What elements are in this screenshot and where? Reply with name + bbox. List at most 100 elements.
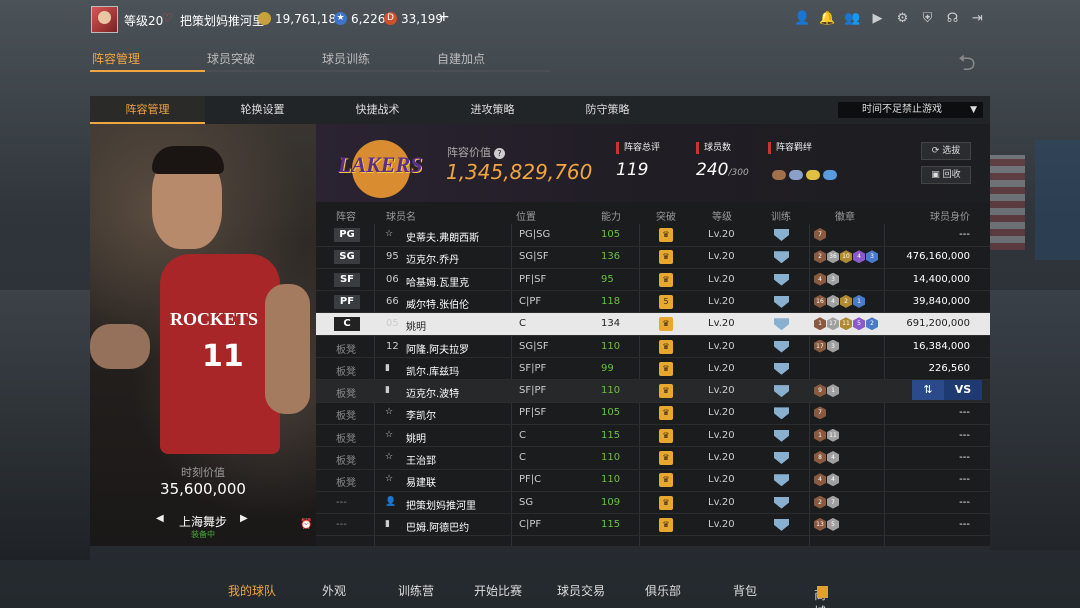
token-value: 33,199 bbox=[401, 11, 443, 26]
player-position: SG bbox=[519, 496, 534, 508]
jersey-text: ROCKETS bbox=[170, 309, 259, 329]
lineup-role: SF bbox=[334, 272, 360, 287]
tab-lineup[interactable]: 阵容管理 bbox=[90, 50, 205, 72]
badge-list: 91 bbox=[814, 384, 839, 398]
lineup-role: PF bbox=[334, 294, 360, 309]
dropdown-value: 时间不足禁止游戏 bbox=[862, 104, 942, 115]
total-rating-value: 119 bbox=[616, 160, 649, 180]
shop-badge-icon bbox=[817, 586, 828, 598]
nav-my-team[interactable]: 我的球队 bbox=[228, 582, 276, 599]
training-icon bbox=[774, 407, 789, 420]
breakthrough-icon: ♛ bbox=[659, 428, 673, 443]
bond-icons[interactable] bbox=[772, 170, 837, 180]
table-row[interactable]: SG 95 迈克尔.乔丹 SG|SF 136 ♛ Lv.20 2 36 10 4 3 476,160,0… bbox=[316, 246, 990, 269]
prev-arrow-icon[interactable]: ◀ bbox=[156, 513, 164, 524]
table-row[interactable]: --- 👤 把策划妈推河里 SG 109 ♛ Lv.20 2 7 --- bbox=[316, 492, 990, 515]
subtab-lineup[interactable]: 阵容管理 bbox=[90, 96, 205, 124]
nav-player-trade[interactable]: 球员交易 bbox=[557, 582, 605, 599]
nav-start-game[interactable]: 开始比赛 bbox=[474, 582, 522, 599]
settings-icon[interactable]: ⚙ bbox=[894, 10, 911, 27]
badge-list: 1 11 bbox=[814, 428, 839, 442]
subtab-quick-tactics[interactable]: 快捷战术 bbox=[320, 96, 435, 124]
player-name: 王治郅 bbox=[406, 456, 436, 467]
nav-backpack[interactable]: 背包 bbox=[733, 582, 757, 599]
tab-training[interactable]: 球员训练 bbox=[320, 50, 435, 72]
background-flag bbox=[985, 155, 1025, 250]
table-row[interactable]: ⏰ --- ▮ 巴姆.阿德巴约 C|PF 115 ♛ Lv.20 13 5 --- bbox=[300, 514, 990, 537]
badge-list: 43 bbox=[814, 272, 839, 286]
badge-icon: 8 bbox=[814, 451, 826, 464]
table-row[interactable]: C 05 姚明 C 134 ♛ Lv.20 1 17 11 5 2 691,200,000 bbox=[316, 313, 990, 336]
equipped-status: 装备中 bbox=[191, 530, 215, 539]
compare-control: ⇅ VS bbox=[912, 380, 982, 401]
time-limit-dropdown[interactable]: 时间不足禁止游戏 ▼ bbox=[838, 102, 983, 118]
badge-icon: 3 bbox=[827, 272, 839, 286]
video-icon[interactable]: ▶ bbox=[869, 10, 886, 27]
profile-icon[interactable]: 👤 bbox=[794, 10, 811, 27]
market-value-label: 时刻价值 bbox=[181, 466, 225, 479]
token-balance: D 33,199 bbox=[384, 10, 443, 27]
player-tier-icon: ▮ bbox=[385, 362, 390, 373]
exit-icon[interactable]: ⇥ bbox=[969, 10, 986, 27]
token-icon: D bbox=[384, 12, 397, 25]
subtab-defense[interactable]: 防守策略 bbox=[550, 96, 665, 124]
training-icon bbox=[774, 452, 789, 464]
col-level: 等级 bbox=[712, 212, 732, 223]
team-bond: 阵容羁绊 bbox=[768, 142, 812, 154]
table-row[interactable]: 板凳 ☆ 王治郅 C 110 ♛ Lv.20 8 4 --- bbox=[316, 447, 990, 470]
training-icon bbox=[774, 251, 789, 264]
table-row[interactable]: 板凳 ▮ 凯尔.库兹玛 SF|PF 99 ♛ Lv.20 226,560 bbox=[316, 358, 990, 381]
nav-appearance[interactable]: 外观 bbox=[322, 582, 346, 599]
player-position: SF|PF bbox=[519, 362, 547, 374]
player-ability: 118 bbox=[601, 295, 621, 307]
player-tier-icon: 👤 bbox=[385, 496, 397, 507]
shield-icon[interactable]: ⛨ bbox=[919, 10, 936, 27]
table-row[interactable]: 板凳 ☆ 姚明 C 115 ♛ Lv.20 1 11 --- bbox=[316, 425, 990, 448]
table-row[interactable]: 板凳 ▮ 迈克尔.波特 SF|PF 110 ♛ Lv.20 9 1 ⇅ VS bbox=[316, 380, 990, 403]
table-row[interactable]: PG ☆ 史蒂夫.弗朗西斯 PG|SG 105 ♛ Lv.20 7 --- bbox=[316, 224, 990, 247]
badge-icon: 1 bbox=[827, 384, 839, 398]
player-tier-icon: ▮ bbox=[385, 518, 390, 529]
avatar[interactable] bbox=[91, 6, 118, 33]
lineup-role: SG bbox=[334, 250, 360, 265]
swap-button[interactable]: ⇅ bbox=[912, 380, 944, 401]
breakthrough-icon: 5 bbox=[659, 294, 673, 309]
table-row[interactable]: 板凳 ☆ 李凯尔 PF|SF 105 ♛ Lv.20 7 --- bbox=[316, 402, 990, 425]
nav-club[interactable]: 俱乐部 bbox=[645, 582, 681, 599]
back-icon[interactable]: ⮌ bbox=[958, 46, 976, 84]
friends-icon[interactable]: 👥 bbox=[844, 10, 861, 27]
training-icon bbox=[774, 518, 789, 531]
tab-custom-points[interactable]: 自建加点 bbox=[435, 50, 550, 72]
subtab-offense[interactable]: 进攻策略 bbox=[435, 96, 550, 124]
tab-breakthrough[interactable]: 球员突破 bbox=[205, 50, 320, 72]
badge-list: 7 bbox=[814, 406, 826, 420]
badge-icon: 2 bbox=[814, 495, 826, 509]
player-name: 李凯尔 bbox=[406, 411, 436, 423]
add-currency-button[interactable]: + bbox=[438, 9, 450, 25]
player-tier-icon: 05 bbox=[386, 318, 399, 330]
table-row[interactable]: SF 06 哈基姆.瓦里克 PF|SF 95 ♛ Lv.20 4 3 14,400,000 bbox=[316, 269, 990, 292]
subtab-rotation[interactable]: 轮换设置 bbox=[205, 96, 320, 124]
badge-icon: 2 bbox=[840, 294, 852, 308]
table-row[interactable]: 板凳 ☆ 易建联 PF|C 110 ♛ Lv.20 4 4 --- bbox=[316, 469, 990, 492]
col-training: 训练 bbox=[771, 212, 791, 223]
player-tier-icon: ☆ bbox=[385, 229, 394, 239]
badge-icon: 10 bbox=[840, 250, 852, 264]
headset-icon[interactable]: ☊ bbox=[944, 10, 961, 27]
recycle-button[interactable]: ▣ 回收 bbox=[921, 166, 971, 184]
next-arrow-icon[interactable]: ▶ bbox=[240, 513, 248, 524]
help-icon[interactable]: ? bbox=[494, 148, 505, 159]
select-button[interactable]: ⟳ 选拔 bbox=[921, 142, 971, 160]
notification-icon[interactable]: 🔔 bbox=[819, 10, 836, 27]
player-count: 球员数 240/300 bbox=[696, 142, 749, 180]
player-level: Lv.20 bbox=[708, 429, 735, 441]
lineup-role: 板凳 bbox=[336, 344, 356, 356]
player-position: C bbox=[519, 452, 526, 463]
nav-training-camp[interactable]: 训练营 bbox=[398, 582, 434, 599]
lineup-role: PG bbox=[334, 228, 360, 242]
table-row[interactable]: 板凳 12 阿隆.阿夫拉罗 SG|SF 110 ♛ Lv.20 17 3 16,384,000 bbox=[316, 336, 990, 358]
top-icons: 👤 🔔 👥 ▶ ⚙ ⛨ ☊ ⇥ bbox=[794, 10, 986, 27]
vs-button[interactable]: VS bbox=[944, 380, 982, 401]
table-row[interactable]: PF 66 威尔特.张伯伦 C|PF 118 5 Lv.20 16 4 2 1 39,840,000 bbox=[316, 291, 990, 314]
badge-icon: 11 bbox=[827, 428, 839, 442]
